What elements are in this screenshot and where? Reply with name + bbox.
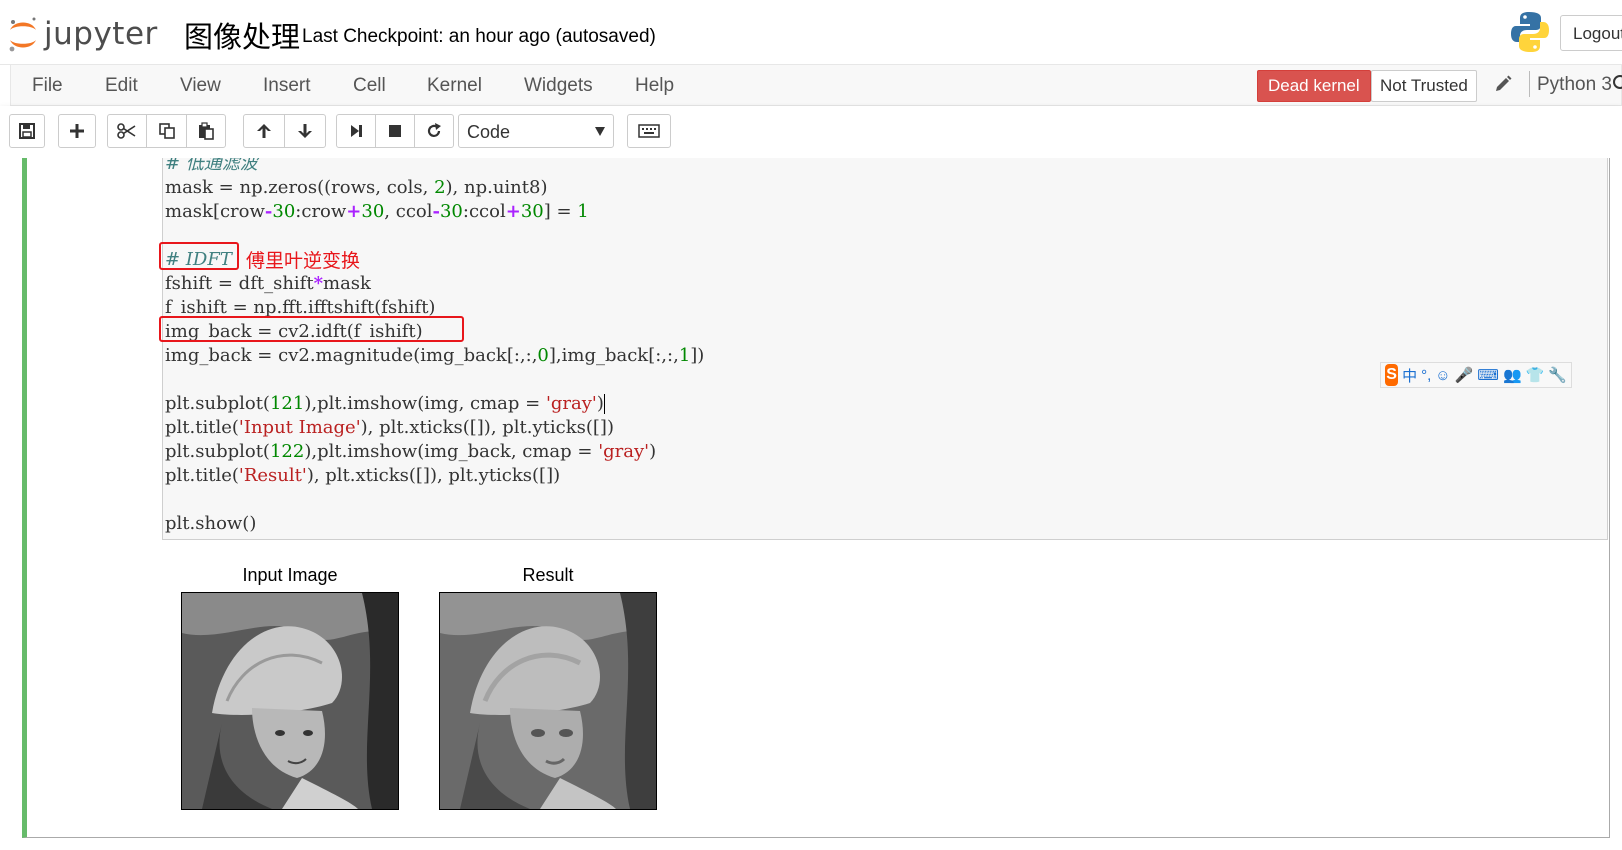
code-line: plt.subplot(122),plt.imshow(img_back, cm… (165, 441, 657, 462)
menu-insert[interactable]: Insert (263, 75, 311, 97)
code-line: # 低通滤波 (165, 158, 258, 174)
cell-type-select[interactable]: Code (458, 114, 614, 148)
ime-punctuation-toggle[interactable]: °, (1421, 367, 1431, 384)
figure-title-result: Result (522, 565, 574, 585)
python-logo-icon (1511, 12, 1549, 52)
restart-icon (427, 123, 441, 137)
menu-kernel[interactable]: Kernel (427, 75, 482, 97)
code-line: plt.subplot(121),plt.imshow(img, cmap = … (165, 393, 605, 414)
checkpoint-status: Last Checkpoint: an hour ago (autosaved) (302, 26, 656, 47)
move-down-button[interactable] (284, 114, 326, 148)
result-image-picture (440, 593, 656, 809)
ime-skin-icon[interactable]: 👕 (1526, 366, 1545, 384)
logout-button[interactable]: Logout (1560, 15, 1622, 51)
menu-help[interactable]: Help (635, 75, 674, 97)
restart-button[interactable] (414, 114, 454, 148)
jupyter-logo-text: jupyter (44, 16, 158, 52)
cut-icon (117, 123, 136, 139)
move-up-button[interactable] (243, 114, 285, 148)
text-cursor (603, 394, 605, 414)
command-palette-button[interactable] (627, 114, 671, 148)
sogou-logo-icon[interactable]: S (1385, 364, 1399, 386)
cut-button[interactable] (107, 114, 147, 148)
input-image-picture (182, 593, 398, 809)
idft-line-highlight-box (159, 316, 464, 342)
code-line: plt.title('Result'), plt.xticks([]), plt… (165, 465, 561, 486)
kernel-name: Python 3 (1537, 74, 1612, 95)
menu-view[interactable]: View (180, 75, 221, 97)
code-line: mask = np.zeros((rows, cols, 2), np.uint… (165, 177, 548, 198)
copy-icon (158, 123, 175, 139)
menu-edit[interactable]: Edit (105, 75, 138, 97)
save-icon (19, 123, 35, 139)
ime-chinese-toggle[interactable]: 中 (1402, 365, 1417, 386)
figure-title-input: Input Image (242, 565, 338, 585)
plus-icon (70, 124, 84, 138)
jupyter-logo[interactable]: jupyter (6, 12, 158, 56)
chevron-down-icon (595, 127, 605, 136)
kernel-status-badge[interactable]: Dead kernel (1257, 70, 1371, 102)
jupyter-orbit-icon (9, 17, 36, 52)
pencil-icon[interactable] (1493, 74, 1513, 94)
code-line: plt.show() (165, 513, 257, 534)
run-icon (351, 125, 362, 137)
paste-button[interactable] (186, 114, 226, 148)
trust-status-button[interactable]: Not Trusted (1371, 70, 1477, 102)
code-line: mask[crow-30:crow+30, ccol-30:ccol+30] =… (165, 201, 589, 222)
code-line: fshift = dft_shift*mask (165, 273, 371, 294)
ime-voice-icon[interactable]: 🎤 (1455, 366, 1474, 384)
cell-type-value: Code (467, 122, 511, 142)
code-line: img_back = cv2.magnitude(img_back[:,:,0]… (165, 345, 705, 366)
ime-users-icon[interactable]: 👥 (1503, 366, 1522, 384)
toolbar: Code (0, 106, 1622, 159)
ime-keyboard-icon[interactable]: ⌨ (1477, 366, 1499, 384)
notebook-header: jupyter 图像处理 Last Checkpoint: an hour ag… (0, 0, 1622, 65)
insert-cell-button[interactable] (58, 114, 96, 148)
input-image (181, 592, 399, 810)
ime-toolbar[interactable]: S 中 °, ☺ 🎤 ⌨ 👥 👕 🔧 (1380, 362, 1572, 388)
save-button[interactable] (9, 114, 45, 148)
notebook-name[interactable]: 图像处理 (184, 14, 300, 56)
menu-widgets[interactable]: Widgets (524, 75, 593, 97)
code-line: plt.title('Input Image'), plt.xticks([])… (165, 417, 614, 438)
kernel-indicator-icon (1613, 75, 1622, 89)
idft-highlight-box (159, 242, 239, 270)
run-button[interactable] (336, 114, 376, 148)
arrow-down-icon (298, 124, 312, 138)
ime-settings-icon[interactable]: 🔧 (1548, 366, 1567, 384)
idft-annotation: 傅里叶逆变换 (246, 251, 361, 272)
copy-button[interactable] (146, 114, 187, 148)
ime-emoji-icon[interactable]: ☺ (1435, 367, 1450, 384)
menu-file[interactable]: File (32, 75, 63, 97)
result-image (439, 592, 657, 810)
kernel-separator (1529, 71, 1530, 97)
stop-icon (389, 125, 401, 137)
menubar: File Edit View Insert Cell Kernel Widget… (10, 64, 1622, 106)
menu-cell[interactable]: Cell (353, 75, 386, 97)
notebook-area: # 低通滤波 mask = np.zeros((rows, cols, 2), … (0, 158, 1622, 850)
interrupt-button[interactable] (375, 114, 415, 148)
arrow-up-icon (257, 124, 271, 138)
keyboard-icon (638, 124, 660, 138)
paste-icon (199, 122, 214, 140)
